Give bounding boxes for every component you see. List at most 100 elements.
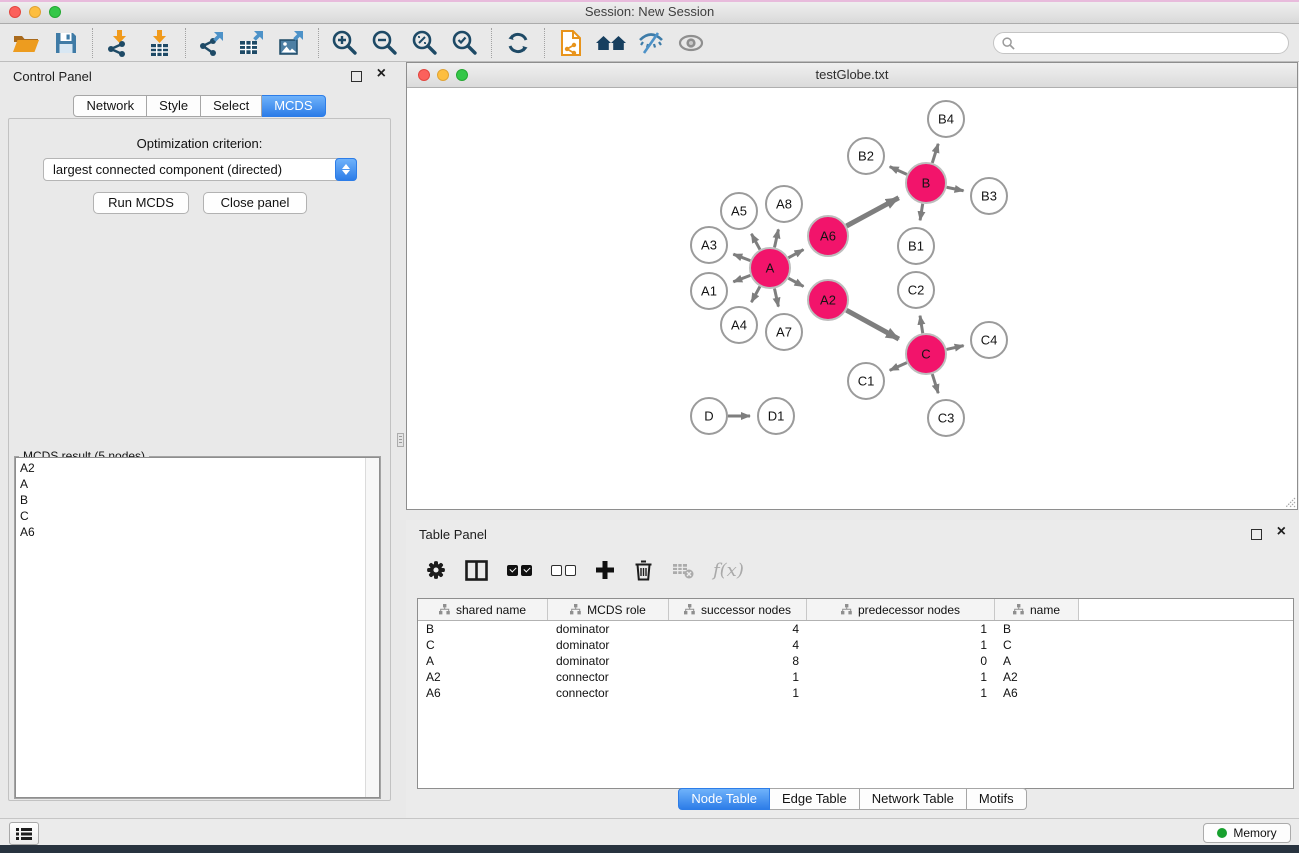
hide-eye-icon[interactable] [631,27,671,59]
network-canvas[interactable]: A5A8A3AA1A4A7A6A2B2B4BB3B1C2C4CC1C3DD1 [407,87,1297,509]
column-header-successor-nodes[interactable]: successor nodes [669,599,807,620]
tab-select[interactable]: Select [201,95,262,117]
folder-open-icon[interactable] [6,27,46,59]
graph-edge-B-B4[interactable] [932,144,938,163]
graph-edge-B-B2[interactable] [890,167,907,175]
zoom-fit-icon[interactable] [405,27,445,59]
table-cell: 1 [807,670,995,684]
graph-edge-C-C3[interactable] [932,374,938,393]
graph-edge-C-C1[interactable] [890,363,907,371]
graph-edge-A-A7[interactable] [774,289,778,307]
mcds-result-item[interactable]: C [16,508,365,524]
show-columns-icon[interactable] [465,560,488,581]
graph-node-label: C1 [858,374,875,389]
minimize-window-button[interactable] [437,69,449,81]
task-history-button[interactable] [9,822,39,845]
graph-edge-A-A1[interactable] [733,275,750,281]
delete-column-icon[interactable] [634,560,653,581]
table-cell: 4 [669,638,807,652]
mcds-result-item[interactable]: B [16,492,365,508]
network-window-titlebar[interactable]: testGlobe.txt [407,63,1297,88]
table-cell: A2 [418,670,548,684]
column-header-MCDS-role[interactable]: MCDS role [548,599,669,620]
criterion-dropdown[interactable]: largest connected component (directed) [43,158,357,181]
zoom-window-button[interactable] [49,6,61,18]
save-icon[interactable] [46,27,86,59]
table-cell: 1 [669,670,807,684]
mcds-result-list[interactable]: A2ABCA6 [15,457,380,798]
tab-motifs[interactable]: Motifs [967,788,1027,810]
eye-icon[interactable] [671,27,711,59]
resize-grip-icon[interactable] [1282,494,1296,508]
table-row[interactable]: A6connector11A6 [418,685,1293,701]
import-network-icon[interactable] [99,27,139,59]
graph-edge-A-A2[interactable] [788,278,803,286]
float-panel-icon[interactable] [1251,529,1262,540]
zoom-out-icon[interactable] [365,27,405,59]
close-window-button[interactable] [418,69,430,81]
graph-edge-A-A3[interactable] [733,254,750,260]
table-row[interactable]: A2connector11A2 [418,669,1293,685]
dropdown-stepper-icon[interactable] [335,158,357,181]
close-panel-icon[interactable]: × [377,66,386,82]
tab-network-table[interactable]: Network Table [860,788,967,810]
graph-edge-A-A6[interactable] [788,250,803,258]
graph-edge-C-C2[interactable] [920,316,923,334]
toolbar-separator [318,28,319,58]
mcds-result-item[interactable]: A [16,476,365,492]
column-header-predecessor-nodes[interactable]: predecessor nodes [807,599,995,620]
graph-edge-A-A5[interactable] [751,234,760,250]
graph-edge-B-B3[interactable] [947,187,964,191]
unselect-all-columns-icon[interactable] [551,565,576,576]
tab-edge-table[interactable]: Edge Table [770,788,860,810]
table-cell: A6 [418,686,548,700]
mcds-result-item[interactable]: A6 [16,524,365,540]
graph-edge-A6-B[interactable] [846,198,898,226]
zoom-in-icon[interactable] [325,27,365,59]
table-cell: A2 [995,670,1079,684]
network-document-icon[interactable] [551,27,591,59]
tab-network[interactable]: Network [73,95,147,117]
scrollbar-track[interactable] [365,458,379,797]
splitter-grip[interactable] [397,433,404,447]
node-table[interactable]: shared nameMCDS rolesuccessor nodesprede… [417,598,1294,789]
close-panel-icon[interactable]: × [1277,524,1286,540]
add-column-icon[interactable] [595,560,615,580]
table-settings-gear-icon[interactable] [426,560,446,580]
tab-node-table[interactable]: Node Table [678,788,770,810]
close-window-button[interactable] [9,6,21,18]
export-network-icon[interactable] [192,27,232,59]
graph-edge-A-A4[interactable] [751,286,760,302]
double-home-icon[interactable] [591,27,631,59]
run-mcds-button[interactable]: Run MCDS [93,192,189,214]
export-image-icon[interactable] [272,27,312,59]
table-cell: dominator [548,654,669,668]
memory-button[interactable]: Memory [1203,823,1291,843]
graph-edge-A-A8[interactable] [774,229,778,247]
select-all-columns-icon[interactable] [507,565,532,576]
search-field[interactable] [993,32,1289,54]
table-row[interactable]: Adominator80A [418,653,1293,669]
minimize-window-button[interactable] [29,6,41,18]
graph-edge-C-C4[interactable] [946,346,963,350]
mcds-result-item[interactable]: A2 [16,460,365,476]
tab-style[interactable]: Style [147,95,201,117]
graph-node-label: C3 [938,411,955,426]
zoom-selected-icon[interactable] [445,27,485,59]
zoom-window-button[interactable] [456,69,468,81]
column-header-name[interactable]: name [995,599,1079,620]
export-table-icon[interactable] [232,27,272,59]
close-panel-button[interactable]: Close panel [203,192,307,214]
graph-edge-B-B1[interactable] [920,204,923,221]
tab-mcds[interactable]: MCDS [262,95,325,117]
table-row[interactable]: Cdominator41C [418,637,1293,653]
column-header-shared-name[interactable]: shared name [418,599,548,620]
float-panel-icon[interactable] [351,71,362,82]
graph-edge-A2-C[interactable] [846,310,898,339]
graph-node-label: A6 [820,229,836,244]
search-input[interactable] [1020,35,1280,51]
refresh-layout-icon[interactable] [498,27,538,59]
table-row[interactable]: Bdominator41B [418,621,1293,637]
graph-node-label: A [766,261,775,276]
import-table-icon[interactable] [139,27,179,59]
